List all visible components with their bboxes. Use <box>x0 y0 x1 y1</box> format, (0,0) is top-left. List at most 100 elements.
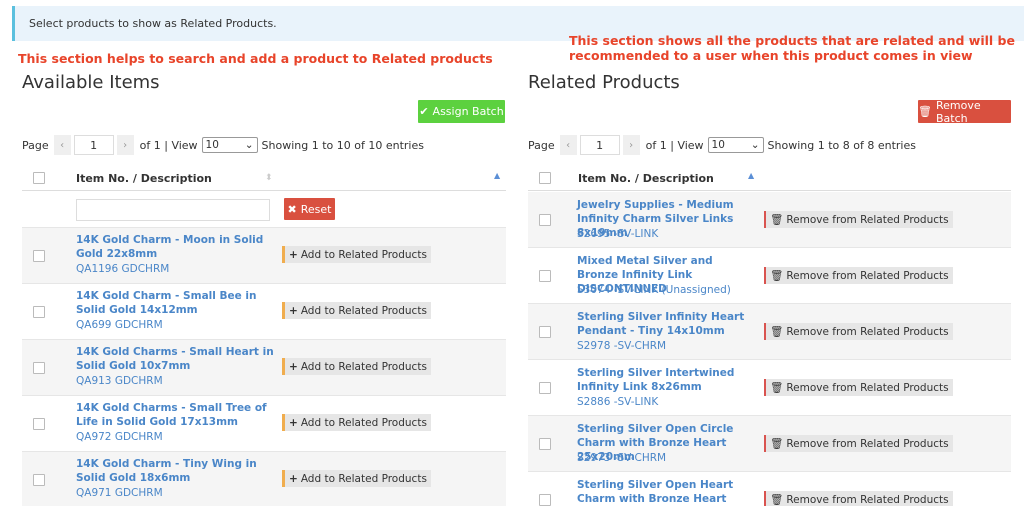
table-row: Jewelry Supplies - Medium Infinity Charm… <box>528 192 1011 248</box>
item-code: QA972 GDCHRM <box>76 431 163 443</box>
add-to-related-button[interactable]: + Add to Related Products <box>282 358 431 375</box>
row-checkbox[interactable] <box>33 474 45 486</box>
chevron-down-icon: ⌄ <box>244 139 254 151</box>
add-to-related-button[interactable]: + Add to Related Products <box>282 302 431 319</box>
table-row: 14K Gold Charm - Small Bee in Solid Gold… <box>22 284 506 340</box>
trash-icon: 🗑 <box>770 382 784 394</box>
item-code: S2886 -SV-LINK <box>577 396 659 408</box>
table-header: Item No. / Description ⬍ ▲ <box>22 165 506 191</box>
item-code: QA1196 GDCHRM <box>76 263 170 275</box>
sort-asc-icon[interactable]: ▲ <box>494 171 500 180</box>
assign-batch-button[interactable]: ✔ Assign Batch <box>418 100 505 123</box>
remove-label: Remove from Related Products <box>786 269 949 282</box>
remove-from-related-button[interactable]: 🗑 Remove from Related Products <box>764 491 953 506</box>
sort-asc-icon[interactable]: ▲ <box>748 171 754 180</box>
table-row: Sterling Silver Intertwined Infinity Lin… <box>528 360 1011 416</box>
plus-icon: + <box>289 360 298 373</box>
table-row: Sterling Silver Infinity Heart Pendant -… <box>528 304 1011 360</box>
row-checkbox[interactable] <box>539 270 551 282</box>
table-row: 14K Gold Charms - Small Heart in Solid G… <box>22 340 506 396</box>
item-name-link[interactable]: Sterling Silver Intertwined Infinity Lin… <box>577 366 757 394</box>
page-input[interactable]: 1 <box>73 135 114 155</box>
prev-page-button[interactable]: ‹ <box>53 135 71 155</box>
available-pager: Page ‹ 1 › of 1 | View 10 ⌄ Showing 1 to… <box>22 135 424 155</box>
related-pager: Page ‹ 1 › of 1 | View 10 ⌄ Showing 1 to… <box>528 135 916 155</box>
item-name-link[interactable]: 14K Gold Charm - Tiny Wing in Solid Gold… <box>76 457 276 485</box>
related-products-table: Item No. / Description ▲ Jewelry Supplie… <box>528 165 1011 506</box>
item-name-link[interactable]: Sterling Silver Infinity Heart Pendant -… <box>577 310 757 338</box>
entries-info: Showing 1 to 10 of 10 entries <box>261 138 424 152</box>
remove-label: Remove from Related Products <box>786 325 949 338</box>
annotation-available: This section helps to search and add a p… <box>18 51 493 66</box>
add-label: Add to Related Products <box>300 360 427 373</box>
row-checkbox[interactable] <box>539 494 551 506</box>
select-all-checkbox[interactable] <box>33 172 45 184</box>
table-row: 14K Gold Charm - Tiny Wing in Solid Gold… <box>22 452 506 506</box>
chevron-down-icon: ⌄ <box>750 139 760 151</box>
page-label: Page <box>22 138 49 152</box>
remove-batch-button[interactable]: 🗑 Remove Batch <box>918 99 1011 125</box>
trash-icon: 🗑 <box>770 438 784 450</box>
table-row: Sterling Silver Open Circle Charm with B… <box>528 416 1011 472</box>
remove-from-related-button[interactable]: 🗑 Remove from Related Products <box>764 211 953 228</box>
plus-icon: + <box>289 248 298 261</box>
select-all-checkbox[interactable] <box>539 172 551 184</box>
remove-from-related-button[interactable]: 🗑 Remove from Related Products <box>764 323 953 340</box>
remove-from-related-button[interactable]: 🗑 Remove from Related Products <box>764 267 953 284</box>
next-page-button[interactable]: › <box>116 135 134 155</box>
reset-button[interactable]: ✖ Reset <box>284 198 335 220</box>
assign-batch-label: Assign Batch <box>432 105 504 118</box>
plus-icon: + <box>289 472 298 485</box>
item-name-link[interactable]: Sterling Silver Open Heart Charm with Br… <box>577 478 757 506</box>
entries-info: Showing 1 to 8 of 8 entries <box>767 138 916 152</box>
item-code: S2978 -SV-CHRM <box>577 340 667 352</box>
add-to-related-button[interactable]: + Add to Related Products <box>282 246 431 263</box>
remove-from-related-button[interactable]: 🗑 Remove from Related Products <box>764 435 953 452</box>
item-code: QA971 GDCHRM <box>76 487 163 499</box>
plus-icon: + <box>289 304 298 317</box>
remove-label: Remove from Related Products <box>786 381 949 394</box>
trash-icon: 🗑 <box>770 326 784 338</box>
trash-icon: 🗑 <box>770 494 784 506</box>
of-pages-label: of 1 | View <box>139 138 198 152</box>
row-checkbox[interactable] <box>539 382 551 394</box>
row-checkbox[interactable] <box>539 326 551 338</box>
table-header: Item No. / Description ▲ <box>528 165 1011 191</box>
item-code: QA699 GDCHRM <box>76 319 163 331</box>
page-size-select[interactable]: 10 ⌄ <box>201 137 258 153</box>
remove-from-related-button[interactable]: 🗑 Remove from Related Products <box>764 379 953 396</box>
page-size-select[interactable]: 10 ⌄ <box>707 137 764 153</box>
item-name-link[interactable]: 14K Gold Charm - Small Bee in Solid Gold… <box>76 289 276 317</box>
add-to-related-button[interactable]: + Add to Related Products <box>282 414 431 431</box>
page-size-value: 10 <box>205 139 219 151</box>
page-size-value: 10 <box>711 139 725 151</box>
filter-row: ✖ Reset <box>22 192 506 228</box>
row-checkbox[interactable] <box>33 250 45 262</box>
row-checkbox[interactable] <box>33 418 45 430</box>
item-code: QA913 GDCHRM <box>76 375 163 387</box>
plus-icon: + <box>289 416 298 429</box>
add-label: Add to Related Products <box>300 248 427 261</box>
sort-both-icon[interactable]: ⬍ <box>265 173 273 183</box>
column-header-item[interactable]: Item No. / Description <box>76 172 212 185</box>
add-label: Add to Related Products <box>300 472 427 485</box>
item-code: S3074 -SV-LINK (Unassigned) <box>577 284 731 296</box>
available-items-table: Item No. / Description ⬍ ▲ ✖ Reset 14K G… <box>22 165 506 506</box>
next-page-button[interactable]: › <box>622 135 640 155</box>
prev-page-button[interactable]: ‹ <box>559 135 577 155</box>
row-checkbox[interactable] <box>539 438 551 450</box>
page-label: Page <box>528 138 555 152</box>
row-checkbox[interactable] <box>539 214 551 226</box>
annotation-related: This section shows all the products that… <box>569 33 1015 63</box>
page-input[interactable]: 1 <box>579 135 620 155</box>
add-label: Add to Related Products <box>300 304 427 317</box>
add-to-related-button[interactable]: + Add to Related Products <box>282 470 431 487</box>
row-checkbox[interactable] <box>33 362 45 374</box>
item-name-link[interactable]: 14K Gold Charm - Moon in Solid Gold 22x8… <box>76 233 276 261</box>
row-checkbox[interactable] <box>33 306 45 318</box>
item-name-link[interactable]: 14K Gold Charms - Small Heart in Solid G… <box>76 345 276 373</box>
item-filter-input[interactable] <box>76 199 270 221</box>
add-label: Add to Related Products <box>300 416 427 429</box>
item-name-link[interactable]: 14K Gold Charms - Small Tree of Life in … <box>76 401 276 429</box>
column-header-item[interactable]: Item No. / Description <box>578 172 714 185</box>
